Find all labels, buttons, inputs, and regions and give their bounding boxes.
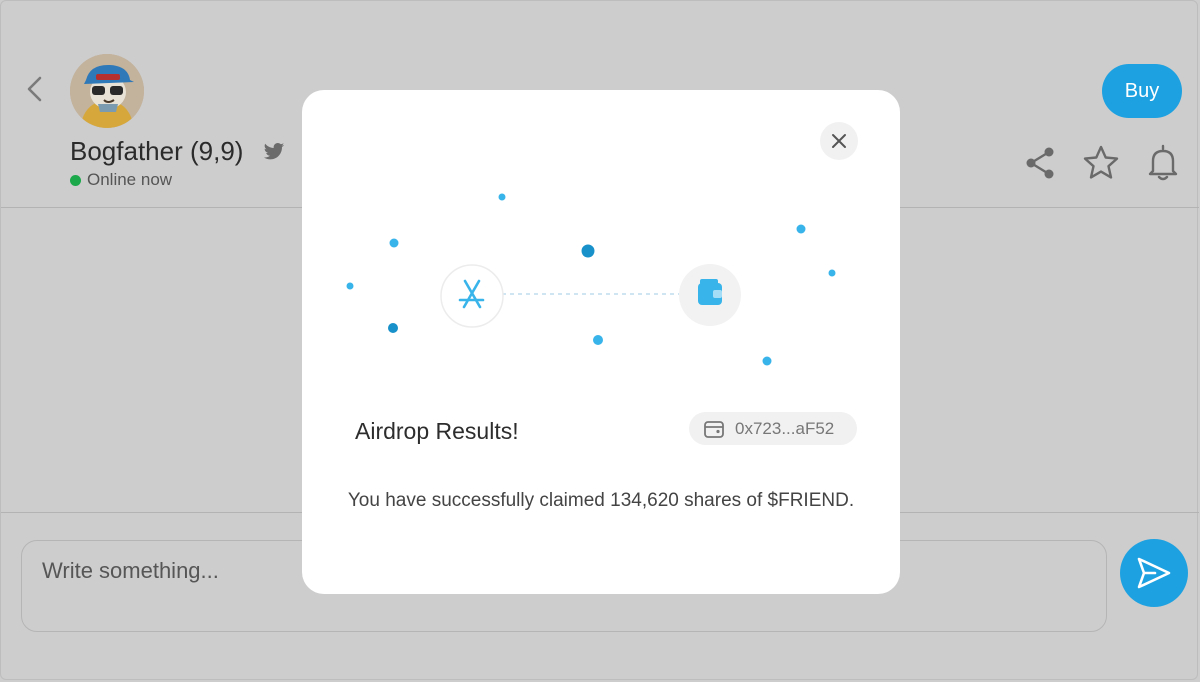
close-button[interactable] <box>820 122 858 160</box>
particle-dot <box>498 193 506 201</box>
modal-title: Airdrop Results! <box>355 418 519 444</box>
username: Bogfather (9,9) <box>70 136 244 166</box>
particle-dot <box>388 323 398 333</box>
avatar[interactable] <box>70 54 144 128</box>
online-dot-icon <box>70 174 81 186</box>
twitter-icon[interactable] <box>263 142 285 162</box>
buy-button[interactable]: Buy <box>1102 64 1182 118</box>
share-icon[interactable] <box>1022 144 1060 182</box>
particle-dot <box>593 335 603 345</box>
back-button[interactable] <box>21 73 47 105</box>
modal-message: You have successfully claimed 134,620 sh… <box>347 490 855 511</box>
bell-icon[interactable] <box>1144 144 1182 182</box>
send-button[interactable] <box>1120 539 1188 607</box>
star-icon[interactable] <box>1082 144 1120 182</box>
close-icon <box>832 134 846 148</box>
wallet-outline-icon <box>704 420 724 438</box>
particle-dot <box>762 356 772 366</box>
app-window: Bogfather (9,9) Online now Buy Write som… <box>0 0 1199 680</box>
online-status: Online now <box>70 170 172 190</box>
chevron-left-icon <box>27 76 42 102</box>
particle-dot <box>581 244 595 258</box>
wallet-icon <box>679 264 741 326</box>
particle-dot <box>796 224 806 234</box>
send-icon <box>1137 557 1171 589</box>
status-text: Online now <box>87 170 173 189</box>
wallet-address: 0x723...aF52 <box>735 418 835 438</box>
particle-dot <box>828 269 836 277</box>
particle-dot <box>389 238 399 248</box>
wallet-address-badge[interactable]: 0x723...aF52 <box>689 412 857 445</box>
airdrop-modal: Airdrop Results! 0x723...aF52 You have s… <box>302 90 900 594</box>
app-store-icon <box>440 264 504 328</box>
particle-dot <box>346 282 354 290</box>
